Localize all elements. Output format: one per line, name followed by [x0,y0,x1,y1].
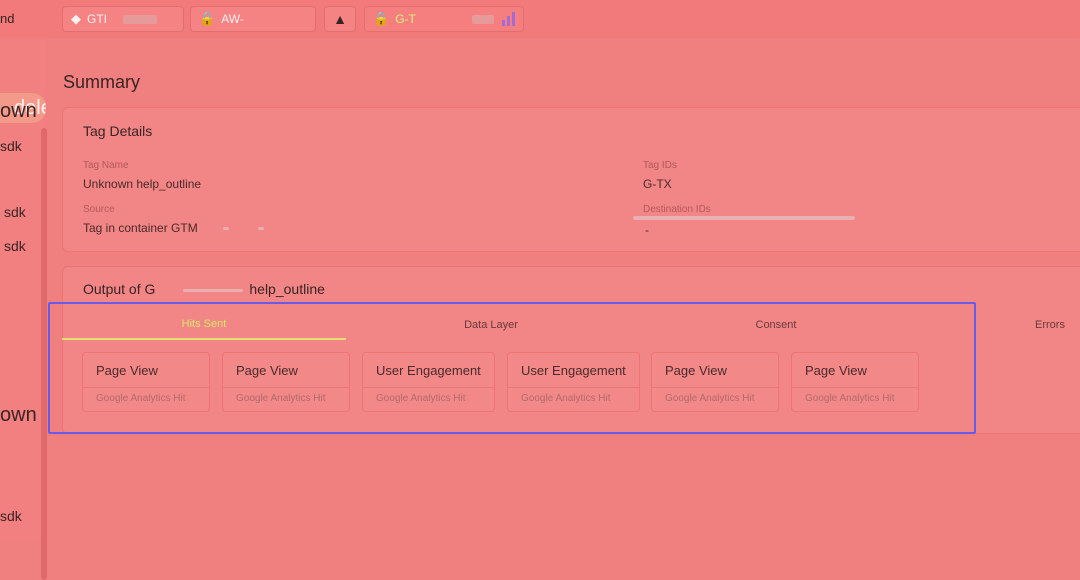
redacted-text [471,14,494,24]
destination-ids-value: - [645,223,649,237]
container-chip-ads[interactable]: ▲ [324,6,356,32]
chip-label: GTI [87,12,107,26]
sidebar-item[interactable]: own [0,404,44,427]
source-label: Source [83,204,115,215]
chip-label: AW- [221,12,244,26]
sidebar-item[interactable]: sdk [0,238,44,254]
ga-tag-icon: 🔒 [373,11,390,26]
sidebar: dele own sdk sdk sdk own sdk [0,38,47,580]
brand-text: nd [0,11,15,26]
sidebar-item[interactable]: sdk [0,138,44,154]
tag-ids-value: G-TX [643,177,672,191]
top-bar: nd ◆ GTI 🔒 AW- ▲ 🔒 G-T [0,0,1080,38]
analytics-icon [501,12,515,26]
sidebar-item[interactable]: sdk [0,204,44,220]
container-chip-ga[interactable]: 🔒 G-T [364,6,524,32]
tag-name-value: Unknown help_outline [83,177,202,191]
tag-details-card: Tag Details Tag Name Unknown help_outlin… [62,107,1080,252]
google-ads-icon: ▲ [333,11,347,27]
tag-details-title: Tag Details [83,123,153,139]
sidebar-scrollbar[interactable] [41,128,47,580]
page-title: Summary [63,72,141,92]
destination-ids-label: Destination IDs [643,204,711,215]
chip-label: G-T [395,12,416,26]
gtm-icon: ◆ [71,11,81,26]
container-chip-gtm[interactable]: ◆ GTI [62,6,184,32]
container-chip-aw[interactable]: 🔒 AW- [190,6,316,32]
redacted-text [123,14,157,24]
tag-ids-label: Tag IDs [643,160,677,171]
tag-name-label: Tag Name [83,160,129,171]
focus-highlight [48,302,976,434]
sidebar-item[interactable]: own [0,100,44,123]
tab-errors[interactable]: Errors [1002,310,1080,340]
output-title: Output of Ghelp_outline [83,281,325,297]
tag-icon: 🔒 [199,11,216,26]
source-value: Tag in container GTM [83,221,265,235]
redacted-text [633,216,855,220]
sidebar-item[interactable]: sdk [0,508,44,524]
